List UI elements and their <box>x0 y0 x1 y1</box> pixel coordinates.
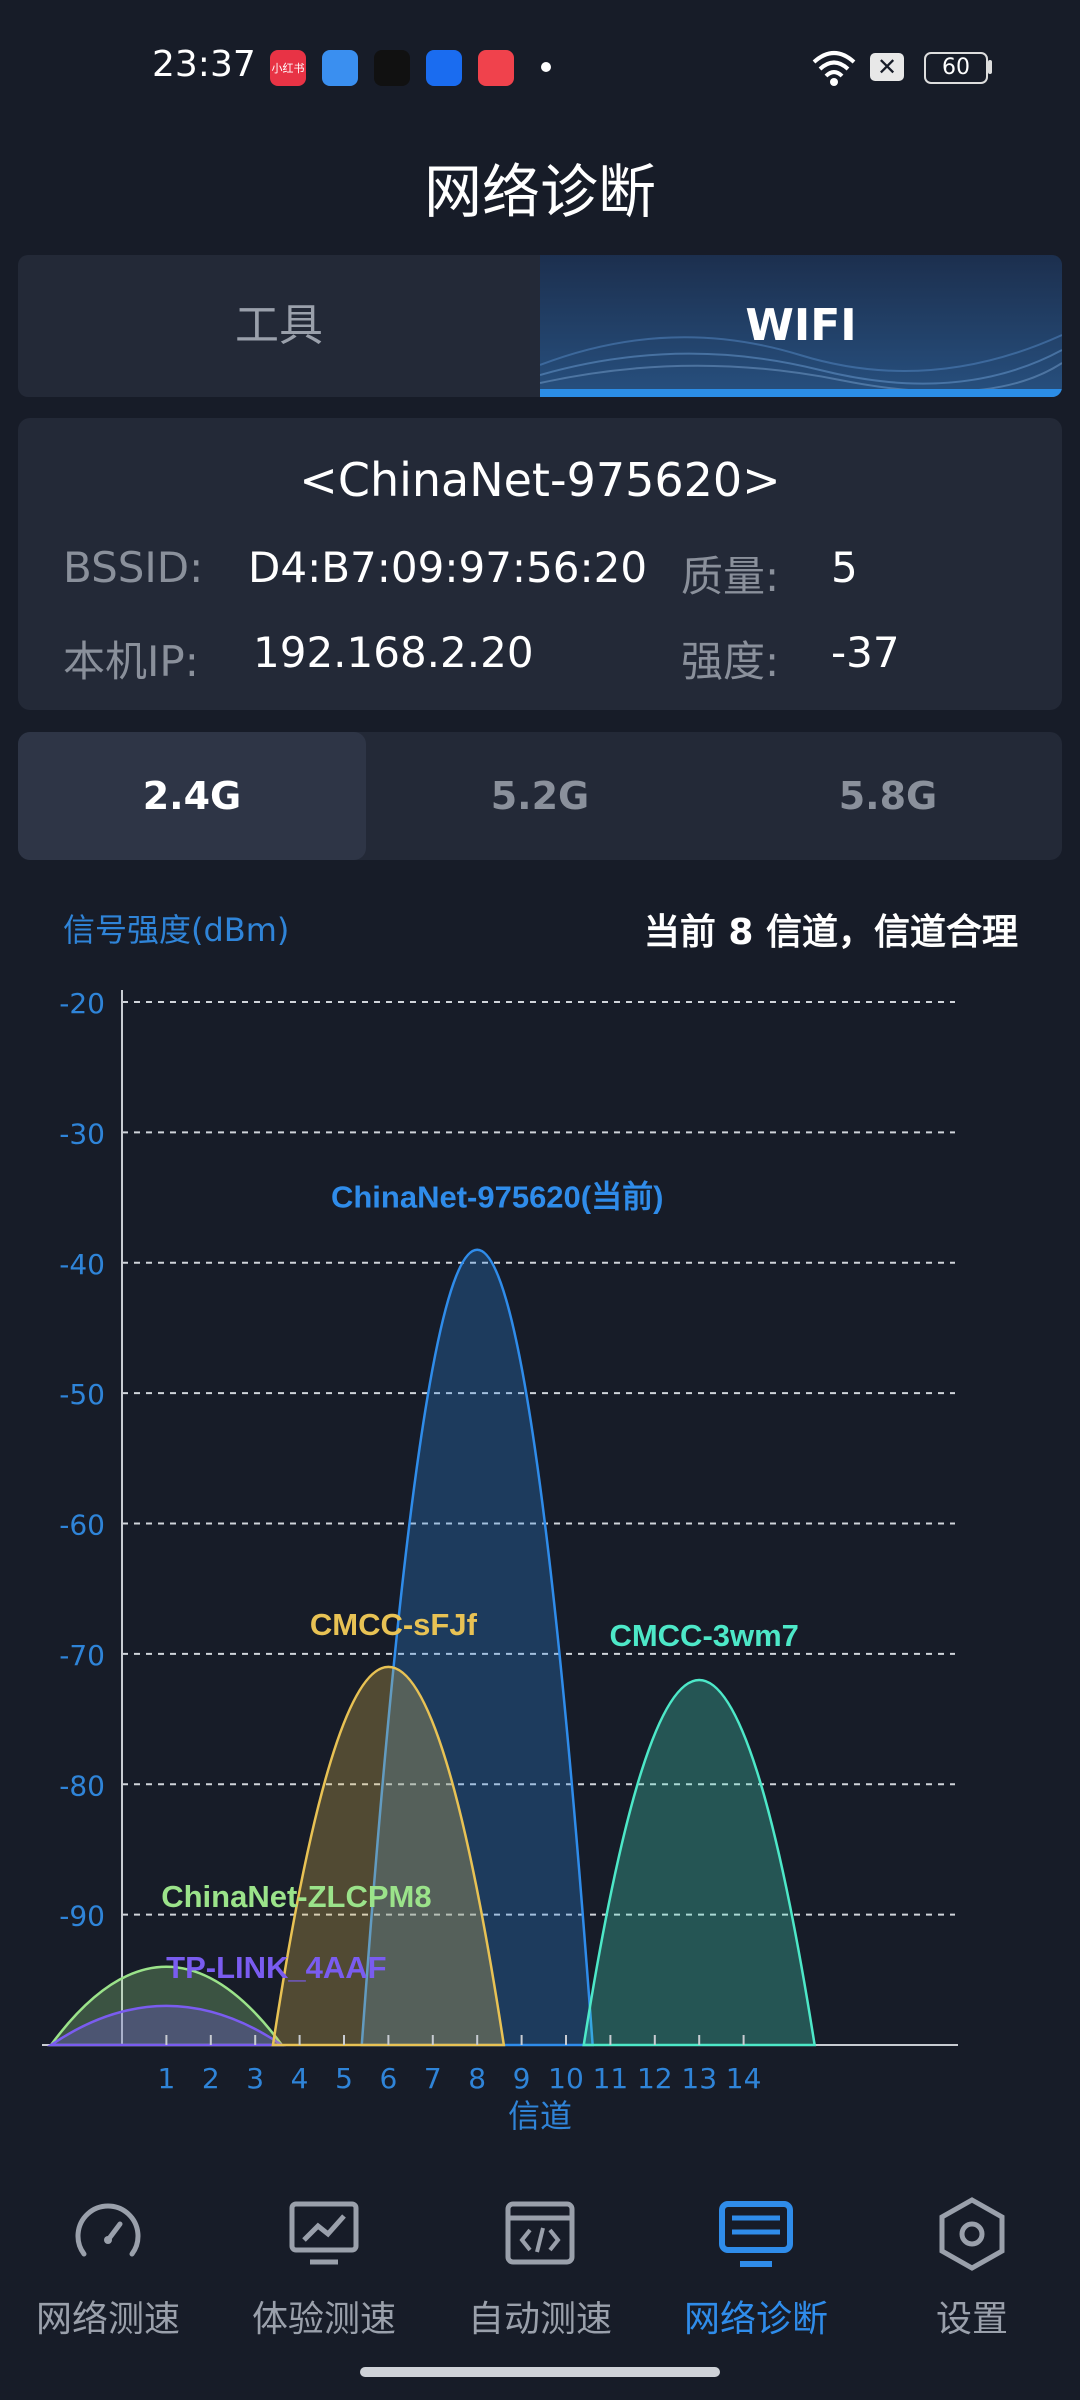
more-notifications-dot <box>541 62 551 72</box>
y-tick-label: -60 <box>59 1509 105 1542</box>
signal-curve <box>582 1679 817 2047</box>
channel-signal-chart: -20 -30 -40 -50 -60 -70 -80 -90 ChinaNet-975620(… <box>42 987 958 2135</box>
x-tick-label: 5 <box>335 2062 353 2095</box>
nav-label: 体验测速 <box>251 2299 396 2340</box>
series-label: ChinaNet-975620(当前) <box>331 1180 663 1215</box>
home-indicator <box>360 2367 720 2377</box>
nav-item-auto-test[interactable]: 自动测速 <box>432 2180 648 2360</box>
x-tick-label: 4 <box>291 2062 309 2095</box>
shield-app-icon <box>426 50 462 86</box>
bssid-label: BSSID: <box>63 543 204 592</box>
band-selector: 2.4G 5.2G 5.8G <box>18 732 1062 860</box>
quality-label: 质量: <box>681 552 780 601</box>
desktop-icon <box>719 2201 793 2267</box>
wifi-icon <box>812 51 856 86</box>
speedometer-icon <box>75 2203 141 2257</box>
battery-tip <box>988 60 992 74</box>
xiaohongshu-icon: 小红书 <box>270 50 306 86</box>
x-tick-label: 7 <box>424 2062 442 2095</box>
tab-active-indicator <box>540 389 1062 397</box>
page-title: 网络诊断 <box>423 158 656 226</box>
x-tick-label: 11 <box>593 2062 629 2095</box>
ip-label: 本机IP: <box>63 637 199 686</box>
x-tick-label: 13 <box>681 2062 717 2095</box>
y-tick-label: -50 <box>59 1378 105 1411</box>
x-axis-title: 信道 <box>508 2097 572 2135</box>
series-label: CMCC-sFJf <box>310 1607 478 1642</box>
series-label: CMCC-3wm7 <box>609 1618 798 1653</box>
x-tick-label: 8 <box>468 2062 486 2095</box>
battery-icon: 60 <box>924 52 988 84</box>
x-tick-label: 6 <box>379 2062 397 2095</box>
x-tick-label: 10 <box>548 2062 584 2095</box>
ssid-label: <ChinaNet-975620> <box>299 453 781 507</box>
nav-label: 自动测速 <box>467 2299 612 2340</box>
nav-item-settings[interactable]: 设置 <box>864 2180 1080 2360</box>
network-info-card: <ChinaNet-975620> BSSID: D4:B7:09:97:56:… <box>18 418 1062 710</box>
y-tick-label: -80 <box>59 1769 105 1802</box>
strength-label: 强度: <box>681 637 780 686</box>
x-tick-label: 2 <box>202 2062 220 2095</box>
nav-label: 设置 <box>935 2299 1008 2340</box>
top-tabs: 工具 WIFI <box>18 255 1062 397</box>
band-5-8g[interactable]: 5.8G <box>714 732 1062 860</box>
cloud-app-icon <box>322 50 358 86</box>
nav-item-network-diagnosis[interactable]: 网络诊断 <box>648 2180 864 2360</box>
monitor-chart-icon <box>289 2201 359 2265</box>
code-window-icon <box>505 2201 575 2265</box>
y-tick-label: -40 <box>59 1248 105 1281</box>
bssid-value: D4:B7:09:97:56:20 <box>248 543 648 592</box>
band-5-2g[interactable]: 5.2G <box>366 732 714 860</box>
hexagon-settings-icon <box>939 2197 1005 2271</box>
x-tick-label: 12 <box>637 2062 673 2095</box>
y-tick-label: -30 <box>59 1117 105 1150</box>
quality-value: 5 <box>831 543 858 592</box>
channel-status: 当前 8 信道，信道合理 <box>643 912 1018 953</box>
x-tick-label: 1 <box>157 2062 175 2095</box>
nav-label: 网络测速 <box>35 2299 180 2340</box>
series-label: ChinaNet-ZLCPM8 <box>161 1879 431 1914</box>
status-time: 23:37 <box>152 44 256 85</box>
x-tick-label: 3 <box>246 2062 264 2095</box>
tab-wifi-label: WIFI <box>745 300 857 351</box>
nav-label: 网络诊断 <box>683 2299 828 2340</box>
nav-item-speed-test[interactable]: 网络测速 <box>0 2180 216 2360</box>
y-tick-label: -70 <box>59 1639 105 1672</box>
no-sim-icon: ✕ <box>870 53 904 81</box>
band-2-4g[interactable]: 2.4G <box>18 732 366 860</box>
y-tick-label: -20 <box>59 987 105 1020</box>
tab-tools[interactable]: 工具 <box>18 255 540 397</box>
strength-value: -37 <box>831 628 900 677</box>
x-tick-label: 9 <box>513 2062 531 2095</box>
ip-value: 192.168.2.20 <box>253 628 534 677</box>
nav-item-experience-test[interactable]: 体验测速 <box>216 2180 432 2360</box>
x-tick-label: 14 <box>726 2062 762 2095</box>
tab-wifi[interactable]: WIFI <box>540 255 1062 397</box>
y-tick-label: -90 <box>59 1900 105 1933</box>
series-label: TP-LINK_4AAF <box>166 1950 386 1985</box>
chart-y-title: 信号强度(dBm) <box>63 911 290 949</box>
paper-plane-app-icon <box>374 50 410 86</box>
status-bar: 23:37 小红书 ✕ 60 <box>0 0 1080 130</box>
music-app-icon <box>478 50 514 86</box>
